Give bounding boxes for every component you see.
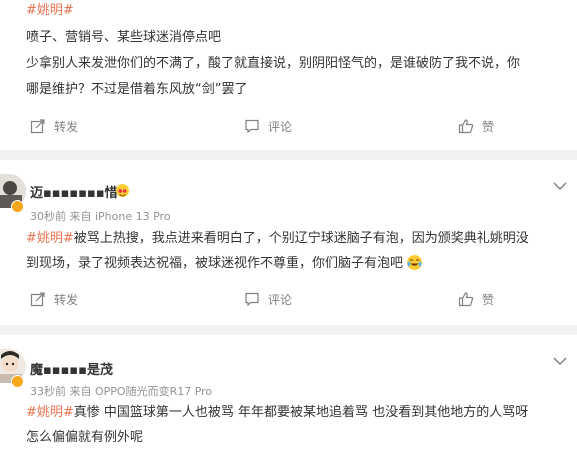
comment-icon <box>245 119 259 134</box>
comment-label: 评论 <box>268 292 293 307</box>
post-2-text-2: 到现场，录了视频表达祝福，被球迷视作不尊重，你们脑子有泡吧 <box>26 256 404 271</box>
post-1-text-line-3: 哪是维护？不过是借着东风放“剑”罢了 <box>26 82 248 97</box>
post-2-action-bar: 转发 评论 赞 <box>0 288 577 310</box>
post-2-text-line-2: 到现场，录了视频表达祝福，被球迷视作不尊重，你们脑子有泡吧 <box>26 255 423 272</box>
like-label: 赞 <box>482 119 495 134</box>
post-2-text: 被骂上热搜，我点进来看明白了，个别辽宁球迷脑子有泡，因为颁奖典礼姚明没 <box>73 231 529 246</box>
hashtag-link[interactable]: #姚明# <box>26 231 74 246</box>
post-3-text: 真惨 中国篮球第一人也被骂 年年都要被某地追着骂 也没看到其他地方的人骂呀 <box>73 405 529 420</box>
post-2: 迈▪▪▪▪▪▪▪惜 30秒前 来自 iPhone 13 Pro #姚明#被骂上热… <box>0 160 577 325</box>
comment-label: 评论 <box>268 119 293 134</box>
like-button[interactable]: 赞 <box>458 115 494 137</box>
repost-icon <box>30 119 45 134</box>
verified-badge <box>11 375 24 388</box>
chevron-down-icon[interactable] <box>553 351 567 366</box>
verified-badge <box>11 200 24 213</box>
feed-divider-1 <box>0 150 577 160</box>
feed-divider-2 <box>0 325 577 335</box>
repost-icon <box>30 292 45 307</box>
comment-icon <box>245 292 259 307</box>
post-1-text-line-1: 喷子、营销号、某些球迷消停点吧 <box>26 30 222 45</box>
post-meta: 33秒前 来自 OPPO随光而变R17 Pro <box>30 385 213 398</box>
thumbs-up-icon <box>458 292 474 307</box>
comment-button[interactable]: 评论 <box>244 115 292 137</box>
comment-button[interactable]: 评论 <box>244 288 292 310</box>
repost-button[interactable]: 转发 <box>30 288 78 310</box>
weibo-feed: #姚明# 喷子、营销号、某些球迷消停点吧 少拿别人来发泄你们的不满了，酸了就直接… <box>0 0 577 459</box>
post-meta: 30秒前 来自 iPhone 13 Pro <box>30 210 171 223</box>
post-3-text-line-1: #姚明#真惨 中国篮球第一人也被骂 年年都要被某地追着骂 也没看到其他地方的人骂… <box>26 405 528 421</box>
emoji-icon <box>116 184 129 197</box>
laugh-cry-emoji-icon <box>407 255 423 270</box>
repost-label: 转发 <box>54 292 79 307</box>
repost-button[interactable]: 转发 <box>30 115 78 137</box>
post-3-text-line-2: 怎么偏偏就有例外呢 <box>26 430 144 445</box>
thumbs-up-icon <box>458 119 474 134</box>
username[interactable]: 魔▪▪▪▪▪是茂 <box>30 359 113 378</box>
hashtag-link[interactable]: #姚明# <box>26 3 74 18</box>
username[interactable]: 迈▪▪▪▪▪▪▪惜 <box>30 182 118 201</box>
post-3: 魔▪▪▪▪▪是茂 33秒前 来自 OPPO随光而变R17 Pro #姚明#真惨 … <box>0 335 577 459</box>
like-label: 赞 <box>482 292 495 307</box>
post-2-text-line-1: #姚明#被骂上热搜，我点进来看明白了，个别辽宁球迷脑子有泡，因为颁奖典礼姚明没 <box>26 231 529 247</box>
post-1: #姚明# 喷子、营销号、某些球迷消停点吧 少拿别人来发泄你们的不满了，酸了就直接… <box>0 0 577 150</box>
like-button[interactable]: 赞 <box>458 288 494 310</box>
repost-label: 转发 <box>54 119 79 134</box>
post-1-text-line-2: 少拿别人来发泄你们的不满了，酸了就直接说，别阴阳怪气的，是谁破防了我不说，你 <box>26 56 521 71</box>
chevron-down-icon[interactable] <box>553 176 567 191</box>
post-1-action-bar: 转发 评论 赞 <box>0 115 577 137</box>
hashtag-link[interactable]: #姚明# <box>26 405 74 420</box>
post-1-hashtag-line: #姚明# <box>26 3 74 19</box>
